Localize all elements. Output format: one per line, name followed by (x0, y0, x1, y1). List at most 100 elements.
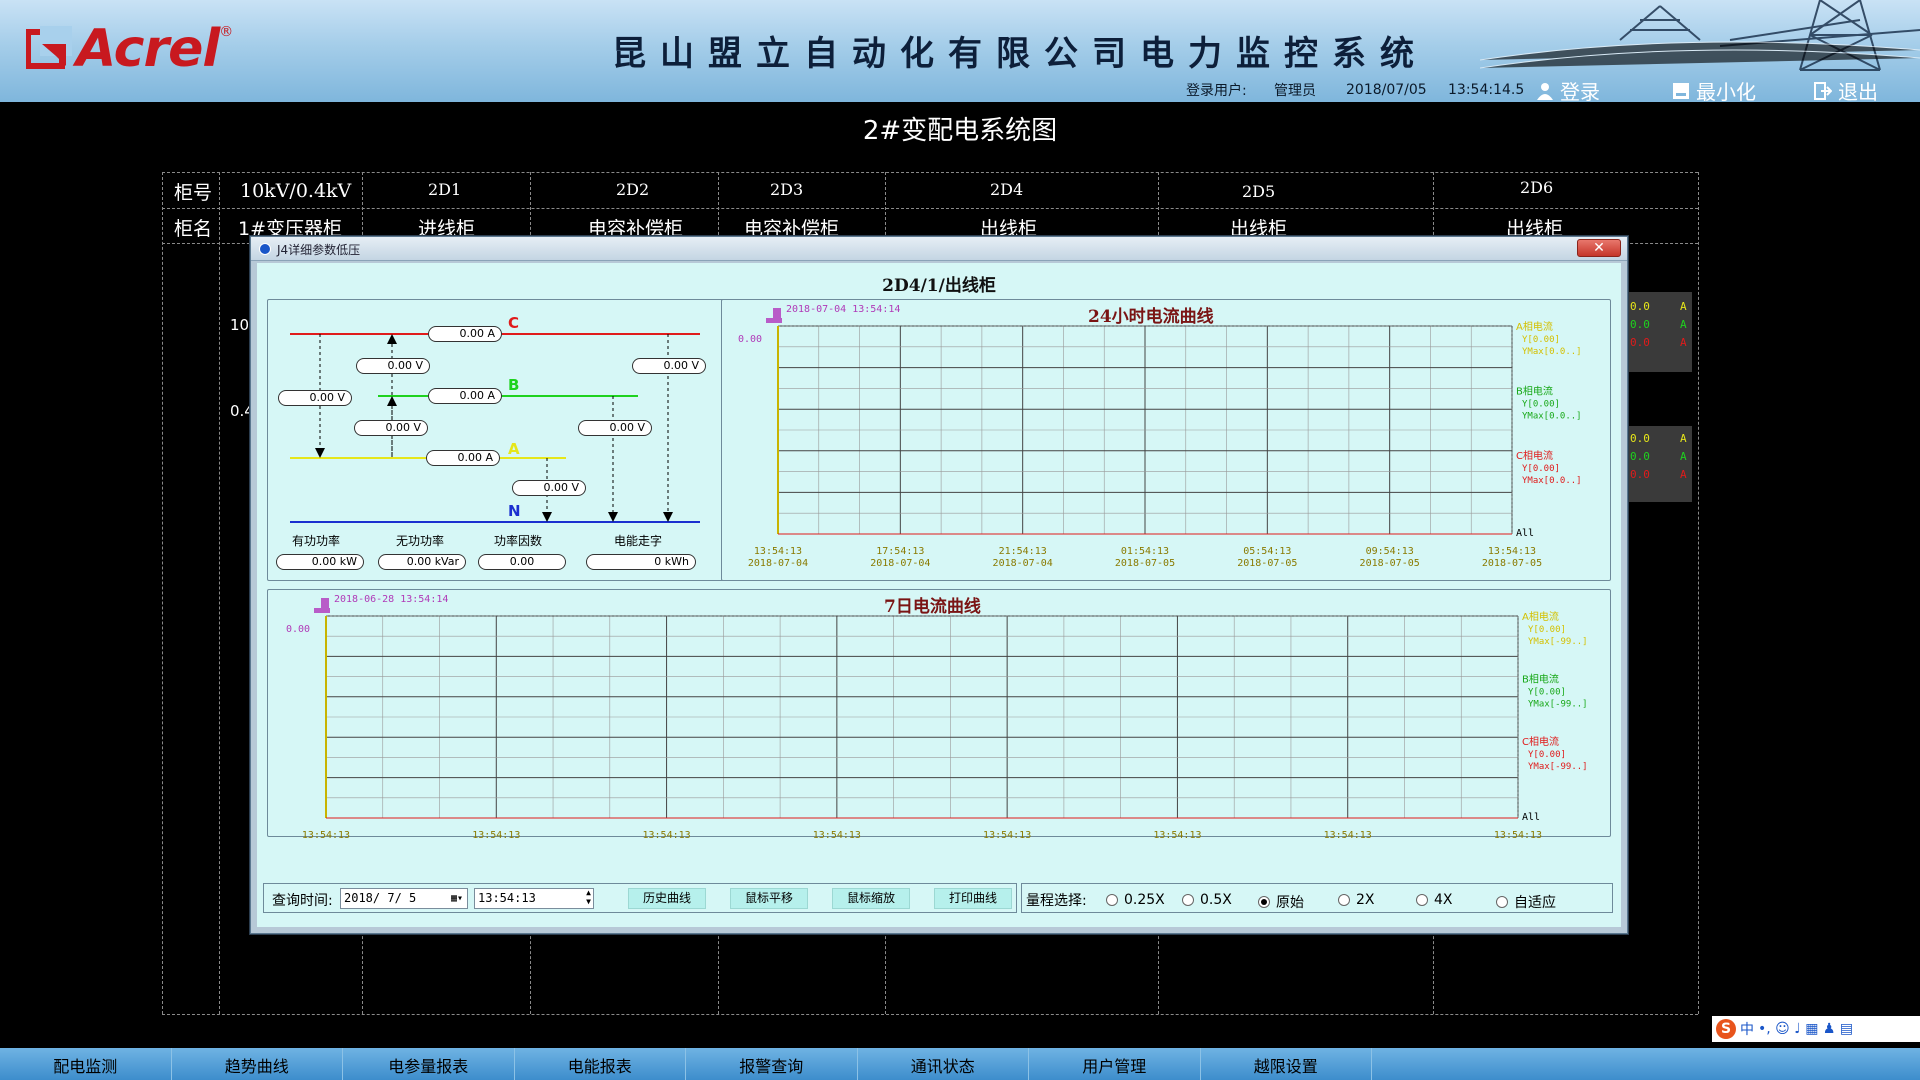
legend-all: All (1516, 528, 1534, 539)
parameter-panel: C B A N 0.00 A 0.00 A 0.00 A 0.00 V 0.00… (267, 299, 727, 581)
meter-panel: 0.0 A 0.0 A 0.0 A (1624, 426, 1692, 502)
history-curve-button[interactable]: 历史曲线 (628, 888, 706, 909)
page-title: 2#变配电系统图 (862, 116, 1058, 146)
chart-7d[interactable]: 2018-06-28 13:54:140.0013:54:132018-06-2… (268, 590, 1612, 838)
query-toolbar: 查询时间: 2018/ 7/ 5 ▦▾ 13:54:13 ▲ ▼ 历史曲线 鼠标平… (263, 883, 1017, 913)
grid-line (162, 172, 1698, 173)
exit-button-label: 退出 (1838, 80, 1878, 102)
range-option-label: 0.25X (1124, 892, 1165, 908)
legend-series-name: B相电流 (1522, 673, 1559, 686)
legend-ymax-value: YMax[-99..] (1528, 700, 1588, 710)
login-button[interactable]: 登录 (1536, 76, 1600, 102)
calendar-dropdown-icon[interactable]: ▦▾ (451, 889, 463, 908)
legend-all: All (1522, 812, 1540, 823)
active-power-value: 0.00 kW (276, 554, 364, 570)
legend-series-name: A相电流 (1516, 320, 1553, 333)
exit-button[interactable]: 退出 (1814, 76, 1878, 102)
meter-unit: A (1680, 318, 1687, 331)
mouse-zoom-button[interactable]: 鼠标缩放 (832, 888, 910, 909)
meter-unit: A (1680, 432, 1687, 445)
cabinet-code: 2D1 (428, 180, 462, 199)
range-option[interactable]: 0.25X (1106, 892, 1165, 908)
nav-distribution-monitor[interactable]: 配电监测 (0, 1048, 172, 1080)
dialog-body: 2D4/1/出线柜 C B A N 0.00 A 0.00 A 0.00 A 0… (257, 263, 1621, 927)
legend-series-name: B相电流 (1516, 384, 1553, 397)
acrel-logo: Acrel ® (26, 19, 234, 79)
close-button[interactable]: ✕ (1577, 239, 1621, 257)
range-option[interactable]: 4X (1416, 892, 1453, 908)
user-icon (1537, 82, 1553, 100)
x-tick-time: 13:54:13 (302, 830, 350, 838)
nav-energy-report[interactable]: 电能报表 (515, 1048, 686, 1080)
x-tick-time: 13:54:13 (983, 830, 1031, 838)
x-tick-date: 2018-07-05 (1115, 558, 1175, 569)
x-tick-time: 13:54:13 (472, 830, 520, 838)
nav-parameter-report[interactable]: 电参量报表 (343, 1048, 515, 1080)
dialog-title: J4详细参数低压 (277, 243, 361, 257)
power-factor-label: 功率因数 (494, 534, 543, 548)
legend-series-name: C相电流 (1522, 735, 1559, 748)
nav-comm-status[interactable]: 通讯状态 (858, 1048, 1029, 1080)
ime-mode: 中 (1740, 1022, 1754, 1038)
x-tick-time: 13:54:13 (1324, 830, 1372, 838)
mouse-pan-button[interactable]: 鼠标平移 (730, 888, 808, 909)
ime-toolbar[interactable]: S 中 •, ☺ ♩ ▦ ♟ ▤ (1712, 1016, 1920, 1042)
minimize-button[interactable]: 最小化 (1672, 76, 1756, 102)
neutral-label: N (508, 502, 521, 520)
radio-circle-icon (1258, 896, 1270, 908)
grid-line (162, 208, 1698, 209)
legend-ymax-value: YMax[0.0..] (1522, 411, 1582, 421)
chart-24h[interactable]: 2018-07-04 13:54:140.0013:54:132018-07-0… (722, 300, 1612, 582)
cabinet-code: 2D2 (616, 180, 650, 199)
bottom-navigation: 配电监测 趋势曲线 电参量报表 电能报表 报警查询 通讯状态 用户管理 越限设置 (0, 1048, 1920, 1080)
cabinet-code: 2D3 (770, 180, 804, 199)
nav-trend-curve[interactable]: 趋势曲线 (172, 1048, 343, 1080)
app-icon (259, 243, 271, 255)
x-tick-time: 13:54:13 (754, 546, 802, 557)
print-curve-button[interactable]: 打印曲线 (934, 888, 1012, 909)
time-spinner-icon[interactable]: ▲ ▼ (586, 888, 591, 906)
voltage-bc-value: 0.00 V (354, 420, 428, 436)
dialog-titlebar[interactable]: J4详细参数低压 ✕ (251, 237, 1627, 261)
energy-label: 电能走字 (614, 534, 663, 548)
nav-limit-settings[interactable]: 越限设置 (1201, 1048, 1372, 1080)
range-option-label: 4X (1434, 892, 1453, 908)
system-title: 昆山盟立自动化有限公司电力监控系统 (612, 34, 1428, 74)
cursor-handle (314, 608, 330, 613)
x-tick-date: 2018-07-04 (748, 558, 808, 569)
logo-reg-mark: ® (219, 24, 234, 40)
legend-ymax-value: YMax[-99..] (1528, 762, 1588, 772)
meter-value: 0.0 (1630, 300, 1650, 313)
voltage-ca-value: 0.00 V (356, 358, 430, 374)
legend-series-name: C相电流 (1516, 449, 1553, 462)
x-tick-date: 2018-07-04 (870, 558, 930, 569)
cabinet-code: 2D6 (1520, 178, 1554, 197)
cursor-time: 2018-07-04 13:54:14 (786, 304, 900, 315)
active-power-label: 有功功率 (292, 534, 341, 548)
range-option[interactable]: 自适应 (1496, 892, 1556, 912)
range-label: 量程选择: (1026, 893, 1087, 909)
acrel-logo-icon (26, 26, 72, 69)
range-option-label: 自适应 (1514, 895, 1556, 911)
meter-unit: A (1680, 300, 1687, 313)
x-tick-date: 2018-07-04 (993, 558, 1053, 569)
grid-line (162, 1014, 1698, 1015)
radio-circle-icon (1106, 894, 1118, 906)
range-option[interactable]: 2X (1338, 892, 1375, 908)
y-value-label: 0.00 (738, 334, 762, 345)
query-date-input[interactable]: 2018/ 7/ 5 ▦▾ (340, 888, 468, 909)
voltage-left-value: 0.00 V (278, 390, 352, 406)
login-button-label: 登录 (1560, 80, 1600, 102)
login-user-value: 管理员 (1274, 83, 1316, 99)
current-b-value: 0.00 A (428, 388, 502, 404)
range-option[interactable]: 原始 (1258, 892, 1304, 912)
legend-y-value: Y[0.00] (1522, 399, 1560, 409)
query-time-input[interactable]: 13:54:13 ▲ ▼ (474, 888, 594, 909)
legend-y-value: Y[0.00] (1528, 625, 1566, 635)
range-option[interactable]: 0.5X (1182, 892, 1232, 908)
query-date-value: 2018/ 7/ 5 (344, 891, 417, 905)
nav-user-management[interactable]: 用户管理 (1029, 1048, 1201, 1080)
meter-value: 0.0 (1630, 336, 1650, 349)
nav-alarm-query[interactable]: 报警查询 (686, 1048, 858, 1080)
ime-tools-icon: •, ☺ ♩ ▦ ♟ ▤ (1758, 1021, 1854, 1037)
